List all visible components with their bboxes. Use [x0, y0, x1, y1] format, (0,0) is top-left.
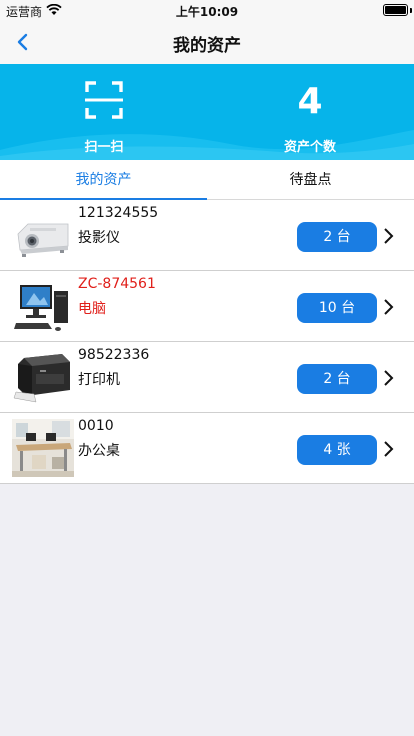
quantity-badge[interactable]: 2 台: [297, 364, 377, 394]
asset-count-label: 资产个数: [283, 140, 336, 155]
asset-row[interactable]: 0010 办公桌 4 张: [0, 413, 414, 484]
asset-count-value: 4: [297, 81, 323, 122]
asset-name: 办公桌: [78, 443, 120, 459]
asset-code: ZC-874561: [78, 276, 156, 292]
hero-banner: 扫一扫 4 资产个数: [0, 64, 414, 160]
asset-row[interactable]: ZC-874561 电脑 10 台: [0, 271, 414, 342]
projector-thumbnail: [12, 206, 74, 264]
asset-count-block: 4 资产个数: [270, 78, 350, 155]
scan-button[interactable]: 扫一扫: [62, 78, 146, 155]
asset-code: 98522336: [78, 347, 150, 363]
printer-thumbnail: [12, 348, 74, 406]
scan-icon: [85, 81, 123, 119]
asset-name: 电脑: [78, 301, 106, 317]
battery-icon: [383, 4, 408, 16]
quantity-badge[interactable]: 4 张: [297, 435, 377, 465]
tab-my-assets[interactable]: 我的资产: [0, 160, 207, 200]
asset-code: 0010: [78, 418, 114, 434]
status-bar: 运营商 上午10:09: [0, 0, 414, 20]
asset-name: 投影仪: [78, 230, 120, 246]
computer-thumbnail: [12, 277, 74, 335]
asset-list: 121324555 投影仪 2 台 ZC-874561 电脑 10 台 9852…: [0, 200, 414, 484]
page-title: 我的资产: [173, 36, 241, 56]
desk-thumbnail: [12, 419, 74, 477]
asset-row[interactable]: 121324555 投影仪 2 台: [0, 200, 414, 271]
quantity-badge[interactable]: 10 台: [297, 293, 377, 323]
chevron-right-icon[interactable]: [382, 298, 396, 316]
status-time: 上午10:09: [175, 5, 239, 19]
battery-tip: [410, 8, 412, 13]
asset-row[interactable]: 98522336 打印机 2 台: [0, 342, 414, 413]
chevron-right-icon[interactable]: [382, 369, 396, 387]
asset-code: 121324555: [78, 205, 159, 221]
navigation-bar: 我的资产: [0, 20, 414, 64]
asset-name: 打印机: [78, 372, 120, 388]
tab-pending-inventory[interactable]: 待盘点: [207, 160, 414, 200]
chevron-right-icon[interactable]: [382, 227, 396, 245]
quantity-badge[interactable]: 2 台: [297, 222, 377, 252]
tab-bar: 我的资产 待盘点: [0, 160, 414, 200]
scan-label: 扫一扫: [84, 140, 124, 155]
chevron-right-icon[interactable]: [382, 440, 396, 458]
